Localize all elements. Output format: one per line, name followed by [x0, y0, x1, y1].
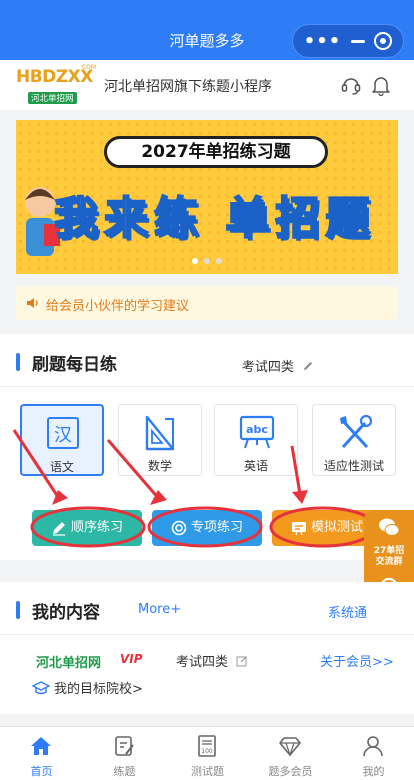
test-paper-icon: 100: [198, 735, 216, 757]
diamond-icon: [279, 737, 301, 757]
member-exam-category[interactable]: 考试四类: [176, 651, 248, 670]
more-link[interactable]: More+: [138, 602, 181, 617]
site-name: 河北单招网: [36, 656, 102, 671]
target-school-link[interactable]: 我的目标院校>: [31, 678, 143, 697]
my-content-section: 我的内容 More+ 系统通 河北单招网 VIP 考试四类 关于会员>> 我的目…: [0, 582, 414, 714]
wechat-group-icon: [379, 518, 400, 536]
tab-practice[interactable]: 练题: [83, 727, 166, 780]
vip-badge: VIP: [120, 652, 143, 666]
graduation-cap-icon: [31, 681, 51, 695]
svg-text:100: 100: [201, 748, 213, 755]
tab-membership[interactable]: 题多会员: [249, 727, 332, 780]
section-title: 我的内容: [16, 598, 100, 623]
tab-mine[interactable]: 我的: [332, 727, 414, 780]
tab-test-paper[interactable]: 100 测试题: [166, 727, 249, 780]
home-icon: [31, 737, 51, 755]
about-member-link[interactable]: 关于会员>>: [320, 651, 394, 670]
practice-icon: [115, 736, 134, 756]
tab-home[interactable]: 首页: [0, 727, 83, 780]
user-icon: [363, 736, 383, 757]
edit-icon: [236, 656, 247, 667]
group-label: 27单招 交流群: [373, 546, 405, 567]
bottom-tab-bar: 首页 练题 100 测试题 题多会员 我的: [0, 726, 414, 780]
association-link[interactable]: 系统通: [328, 602, 368, 621]
